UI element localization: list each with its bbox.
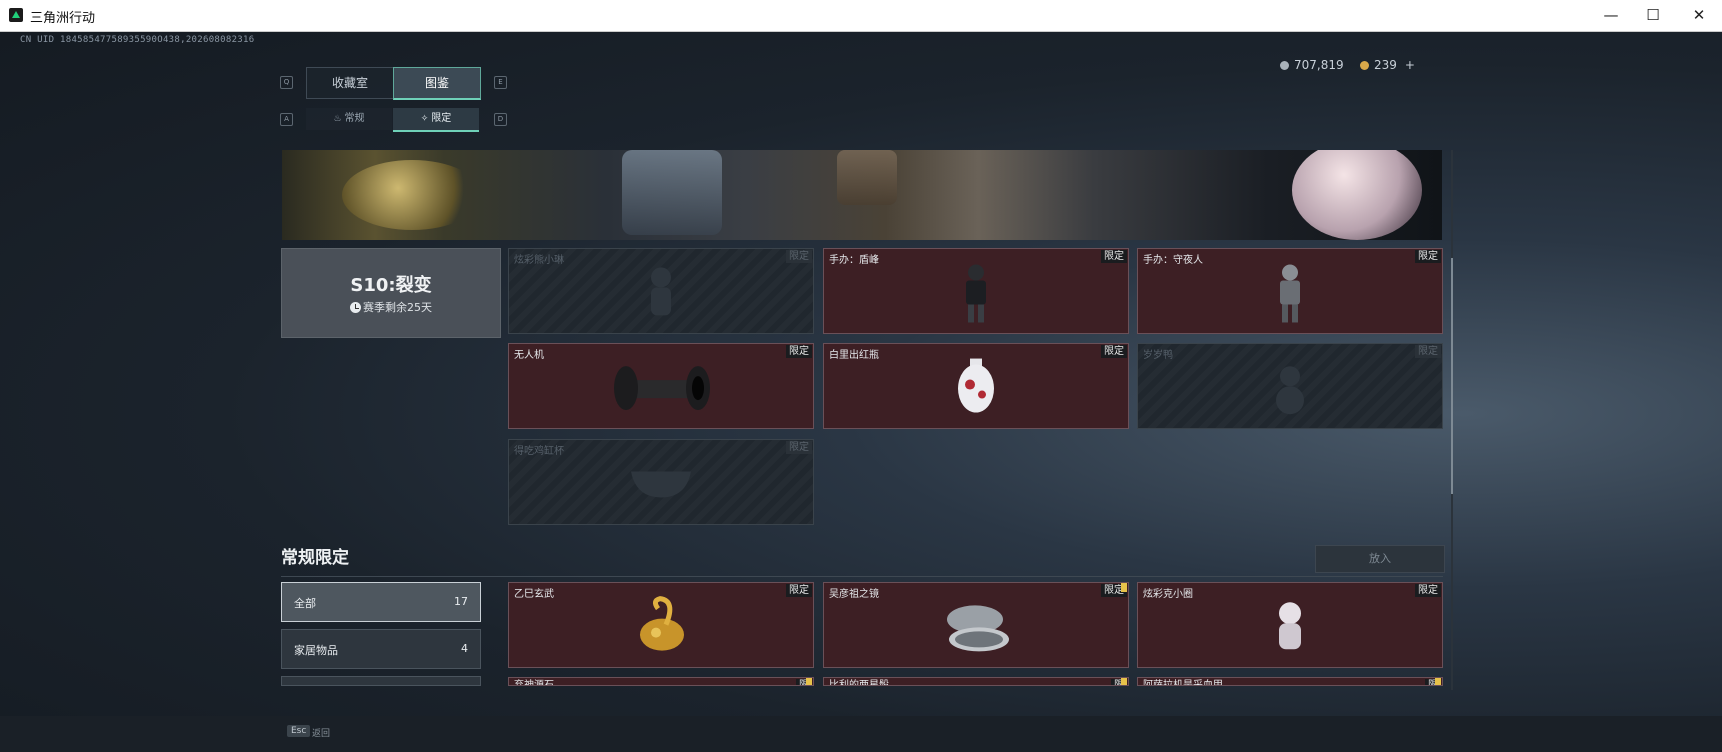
new-flag-icon <box>806 678 812 685</box>
duck-figure-icon <box>1276 366 1304 415</box>
key-hint-e: E <box>494 76 507 89</box>
shield-soldier-figure-icon <box>966 264 986 323</box>
filter-count: 17 <box>454 595 468 608</box>
minimize-button[interactable]: — <box>1588 0 1634 30</box>
item-card[interactable]: 手办：盾峰 限定 <box>823 248 1129 334</box>
add-currency-button[interactable]: + <box>1405 58 1415 72</box>
item-card[interactable]: 岁岁鸭 限定 <box>1137 343 1443 429</box>
bear-figure-icon <box>651 267 671 316</box>
back-label[interactable]: 返回 <box>312 726 330 739</box>
item-card[interactable]: 吴彦祖之镜 限定 <box>823 582 1129 668</box>
item-name: 白里出红瓶 <box>829 350 879 361</box>
key-hint-d: D <box>494 113 507 126</box>
night-watcher-figure-icon <box>1280 264 1300 323</box>
item-name: 炫彩克小圈 <box>1143 589 1193 600</box>
close-button[interactable]: ✕ <box>1676 0 1722 30</box>
window-titlebar: 三角洲行动 — ☐ ✕ <box>0 0 1722 32</box>
currency-silver: 707,819 <box>1280 58 1344 72</box>
section-title: 常规限定 <box>281 548 349 568</box>
silver-amount: 707,819 <box>1294 58 1344 72</box>
filter-all[interactable]: 全部 17 <box>281 582 481 622</box>
item-card[interactable]: 无人机 限定 <box>508 343 814 429</box>
season-remaining: 赛季剩余25天 <box>282 299 500 315</box>
item-card[interactable]: 得吃鸡缸杯 限定 <box>508 439 814 525</box>
uid-label: CN UID 18458547758935590O438,20260808231… <box>20 35 255 45</box>
item-name: 比利的两星骰 <box>829 680 889 686</box>
silver-coin-icon <box>1280 60 1289 70</box>
gold-amount: 239 <box>1374 58 1397 72</box>
season-info-panel: S10:裂变 赛季剩余25天 <box>281 248 501 338</box>
item-card[interactable]: 乙巳玄武 限定 <box>508 582 814 668</box>
maximize-button[interactable]: ☐ <box>1630 0 1676 30</box>
limited-tag: 限定 <box>1415 250 1441 263</box>
filter-label: 家居物品 <box>294 644 338 657</box>
key-hint-q: Q <box>280 76 293 89</box>
tab-collection-room[interactable]: 收藏室 <box>306 67 394 99</box>
limited-tag: 限定 <box>1101 250 1127 263</box>
compact-mirror-icon <box>947 605 1009 652</box>
limited-tag: 限定 <box>786 250 812 263</box>
key-hint-a: A <box>280 113 293 126</box>
put-button[interactable]: 放入 <box>1315 545 1445 573</box>
bottom-bar <box>0 716 1722 752</box>
filter-count: 4 <box>461 642 468 655</box>
limited-tag: 限定 <box>1101 345 1127 358</box>
item-card[interactable]: 白里出红瓶 限定 <box>823 343 1129 429</box>
robot-figure-artwork <box>622 150 722 235</box>
limited-icon: ✧ <box>420 114 432 124</box>
item-card[interactable]: 炫彩克小圈 限定 <box>1137 582 1443 668</box>
filter-more[interactable] <box>281 676 481 686</box>
app-logo-icon <box>9 8 23 22</box>
limited-tag: 限定 <box>1415 584 1441 597</box>
item-name: 乙巳玄武 <box>514 589 554 600</box>
tab-catalog[interactable]: 图鉴 <box>393 67 481 100</box>
item-name: 岁岁鸭 <box>1143 350 1173 361</box>
drone-icon <box>614 366 710 411</box>
section-divider <box>281 576 1443 577</box>
subtab-limited[interactable]: ✧ 限定 <box>393 108 479 132</box>
item-card[interactable]: 弃神源石 限 <box>508 677 814 686</box>
subtab-limited-label: 限定 <box>431 113 452 124</box>
item-name: 弃神源石 <box>514 680 554 686</box>
figure-legs-artwork <box>837 150 897 205</box>
item-name: 得吃鸡缸杯 <box>514 446 564 457</box>
item-name: 阿萨拉机是采血甲 <box>1143 680 1223 686</box>
new-flag-icon <box>1121 583 1127 592</box>
porcelain-vase-icon <box>958 358 994 413</box>
item-name: 手办：盾峰 <box>829 255 879 266</box>
season-banner-image <box>282 150 1442 240</box>
chicken-cup-icon <box>631 471 691 498</box>
subtab-regular[interactable]: ♨ 常规 <box>306 108 392 130</box>
golden-dragon-artwork <box>342 160 482 230</box>
item-card[interactable]: 手办：守夜人 限定 <box>1137 248 1443 334</box>
limited-tag: 限定 <box>786 441 812 454</box>
scrollbar-thumb[interactable] <box>1451 258 1453 494</box>
gold-coin-icon <box>1360 60 1369 70</box>
item-card[interactable]: 阿萨拉机是采血甲 限 <box>1137 677 1443 686</box>
limited-tag: 限定 <box>1415 345 1441 358</box>
pearl-artwork <box>1292 150 1422 240</box>
limited-tag: 限定 <box>786 345 812 358</box>
subtab-regular-label: 常规 <box>344 113 365 124</box>
new-flag-icon <box>1121 678 1127 685</box>
esc-key-hint[interactable]: Esc <box>287 725 311 737</box>
new-flag-icon <box>1435 678 1441 685</box>
season-title: S10:裂变 <box>350 275 432 296</box>
filter-label: 全部 <box>294 597 316 610</box>
item-name: 手办：守夜人 <box>1143 255 1203 266</box>
colorful-figure-icon <box>1279 602 1301 650</box>
currency-gold: 239 + <box>1360 58 1415 72</box>
item-name: 炫彩熊小琳 <box>514 255 564 266</box>
window-title: 三角洲行动 <box>30 10 96 25</box>
golden-turtle-snake-icon <box>640 596 684 651</box>
item-name: 吴彦祖之镜 <box>829 589 879 600</box>
season-remaining-text: 赛季剩余25天 <box>363 301 432 314</box>
limited-tag: 限定 <box>786 584 812 597</box>
item-name: 无人机 <box>514 350 544 361</box>
item-card[interactable]: 比利的两星骰 限 <box>823 677 1129 686</box>
item-card[interactable]: 炫彩熊小琳 限定 <box>508 248 814 334</box>
flame-icon: ♨ <box>333 114 345 124</box>
filter-home-items[interactable]: 家居物品 4 <box>281 629 481 669</box>
clock-icon <box>350 302 361 313</box>
